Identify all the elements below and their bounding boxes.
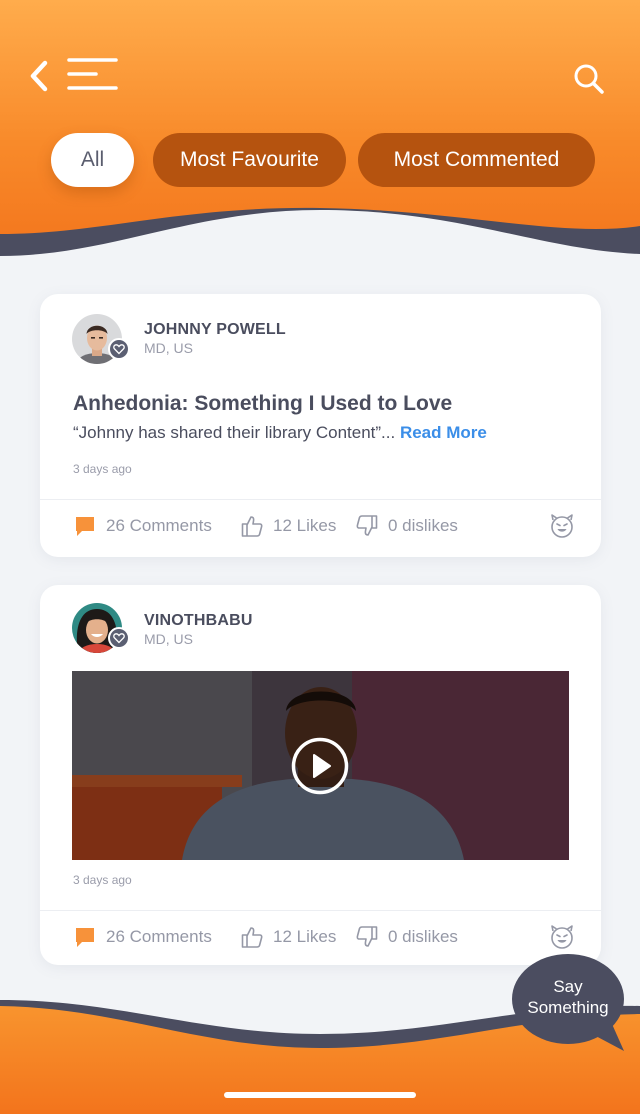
play-icon[interactable] (291, 737, 349, 795)
heart-icon (108, 338, 130, 360)
tab-most-favourite[interactable]: Most Favourite (153, 133, 346, 187)
devil-emoji-icon (551, 925, 573, 949)
comments-button[interactable]: 26 Comments (74, 910, 212, 964)
dislike-button[interactable]: 0 dislikes (356, 910, 458, 964)
avatar[interactable] (72, 603, 130, 653)
tab-all[interactable]: All (51, 133, 134, 187)
thumbs-down-icon (356, 926, 378, 947)
like-button[interactable]: 12 Likes (241, 910, 336, 964)
comment-icon (76, 517, 94, 536)
post-card[interactable]: JOHNNY POWELL MD, US Anhedonia: Somethin… (40, 294, 601, 557)
likes-count: 12 Likes (273, 516, 337, 535)
read-more-link[interactable]: Read More (400, 423, 487, 442)
tab-most-commented[interactable]: Most Commented (358, 133, 595, 187)
post-actions: 26 Comments 12 Likes 0 dislikes (40, 499, 601, 553)
thumbs-up-icon (241, 927, 263, 948)
devil-emoji-icon (551, 514, 573, 538)
filter-tabs: All Most Favourite Most Commented (0, 133, 640, 187)
like-button[interactable]: 12 Likes (241, 499, 336, 553)
comments-count: 26 Comments (106, 516, 212, 535)
search-icon[interactable] (572, 62, 606, 96)
avatar[interactable] (72, 314, 130, 364)
home-indicator (224, 1092, 416, 1098)
comment-icon (76, 928, 94, 947)
say-something-button[interactable] (512, 954, 628, 1054)
likes-count: 12 Likes (273, 927, 337, 946)
thumbs-up-icon (241, 516, 263, 537)
post-card[interactable]: VINOTHBABU MD, US 3 days ago 26 Comments (40, 585, 601, 965)
author-name[interactable]: VINOTHBABU (144, 612, 253, 630)
author-name[interactable]: JOHNNY POWELL (144, 321, 286, 339)
comments-count: 26 Comments (106, 927, 212, 946)
post-excerpt: “Johnny has shared their library Content… (73, 423, 487, 443)
author-location: MD, US (144, 631, 193, 647)
heart-icon (108, 627, 130, 649)
chevron-left-icon[interactable] (26, 58, 54, 94)
thumbs-down-icon (356, 515, 378, 536)
dislikes-count: 0 dislikes (388, 927, 458, 946)
comments-button[interactable]: 26 Comments (74, 499, 212, 553)
dislike-button[interactable]: 0 dislikes (356, 499, 458, 553)
post-timestamp: 3 days ago (73, 462, 132, 476)
post-title[interactable]: Anhedonia: Something I Used to Love (73, 392, 452, 416)
author-location: MD, US (144, 340, 193, 356)
header-wave-divider (0, 207, 640, 266)
dislikes-count: 0 dislikes (388, 516, 458, 535)
reaction-button[interactable] (549, 499, 585, 553)
excerpt-text: “Johnny has shared their library Content… (73, 423, 396, 442)
post-timestamp: 3 days ago (73, 873, 132, 887)
menu-icon[interactable] (66, 56, 120, 94)
video-player[interactable] (72, 671, 569, 860)
